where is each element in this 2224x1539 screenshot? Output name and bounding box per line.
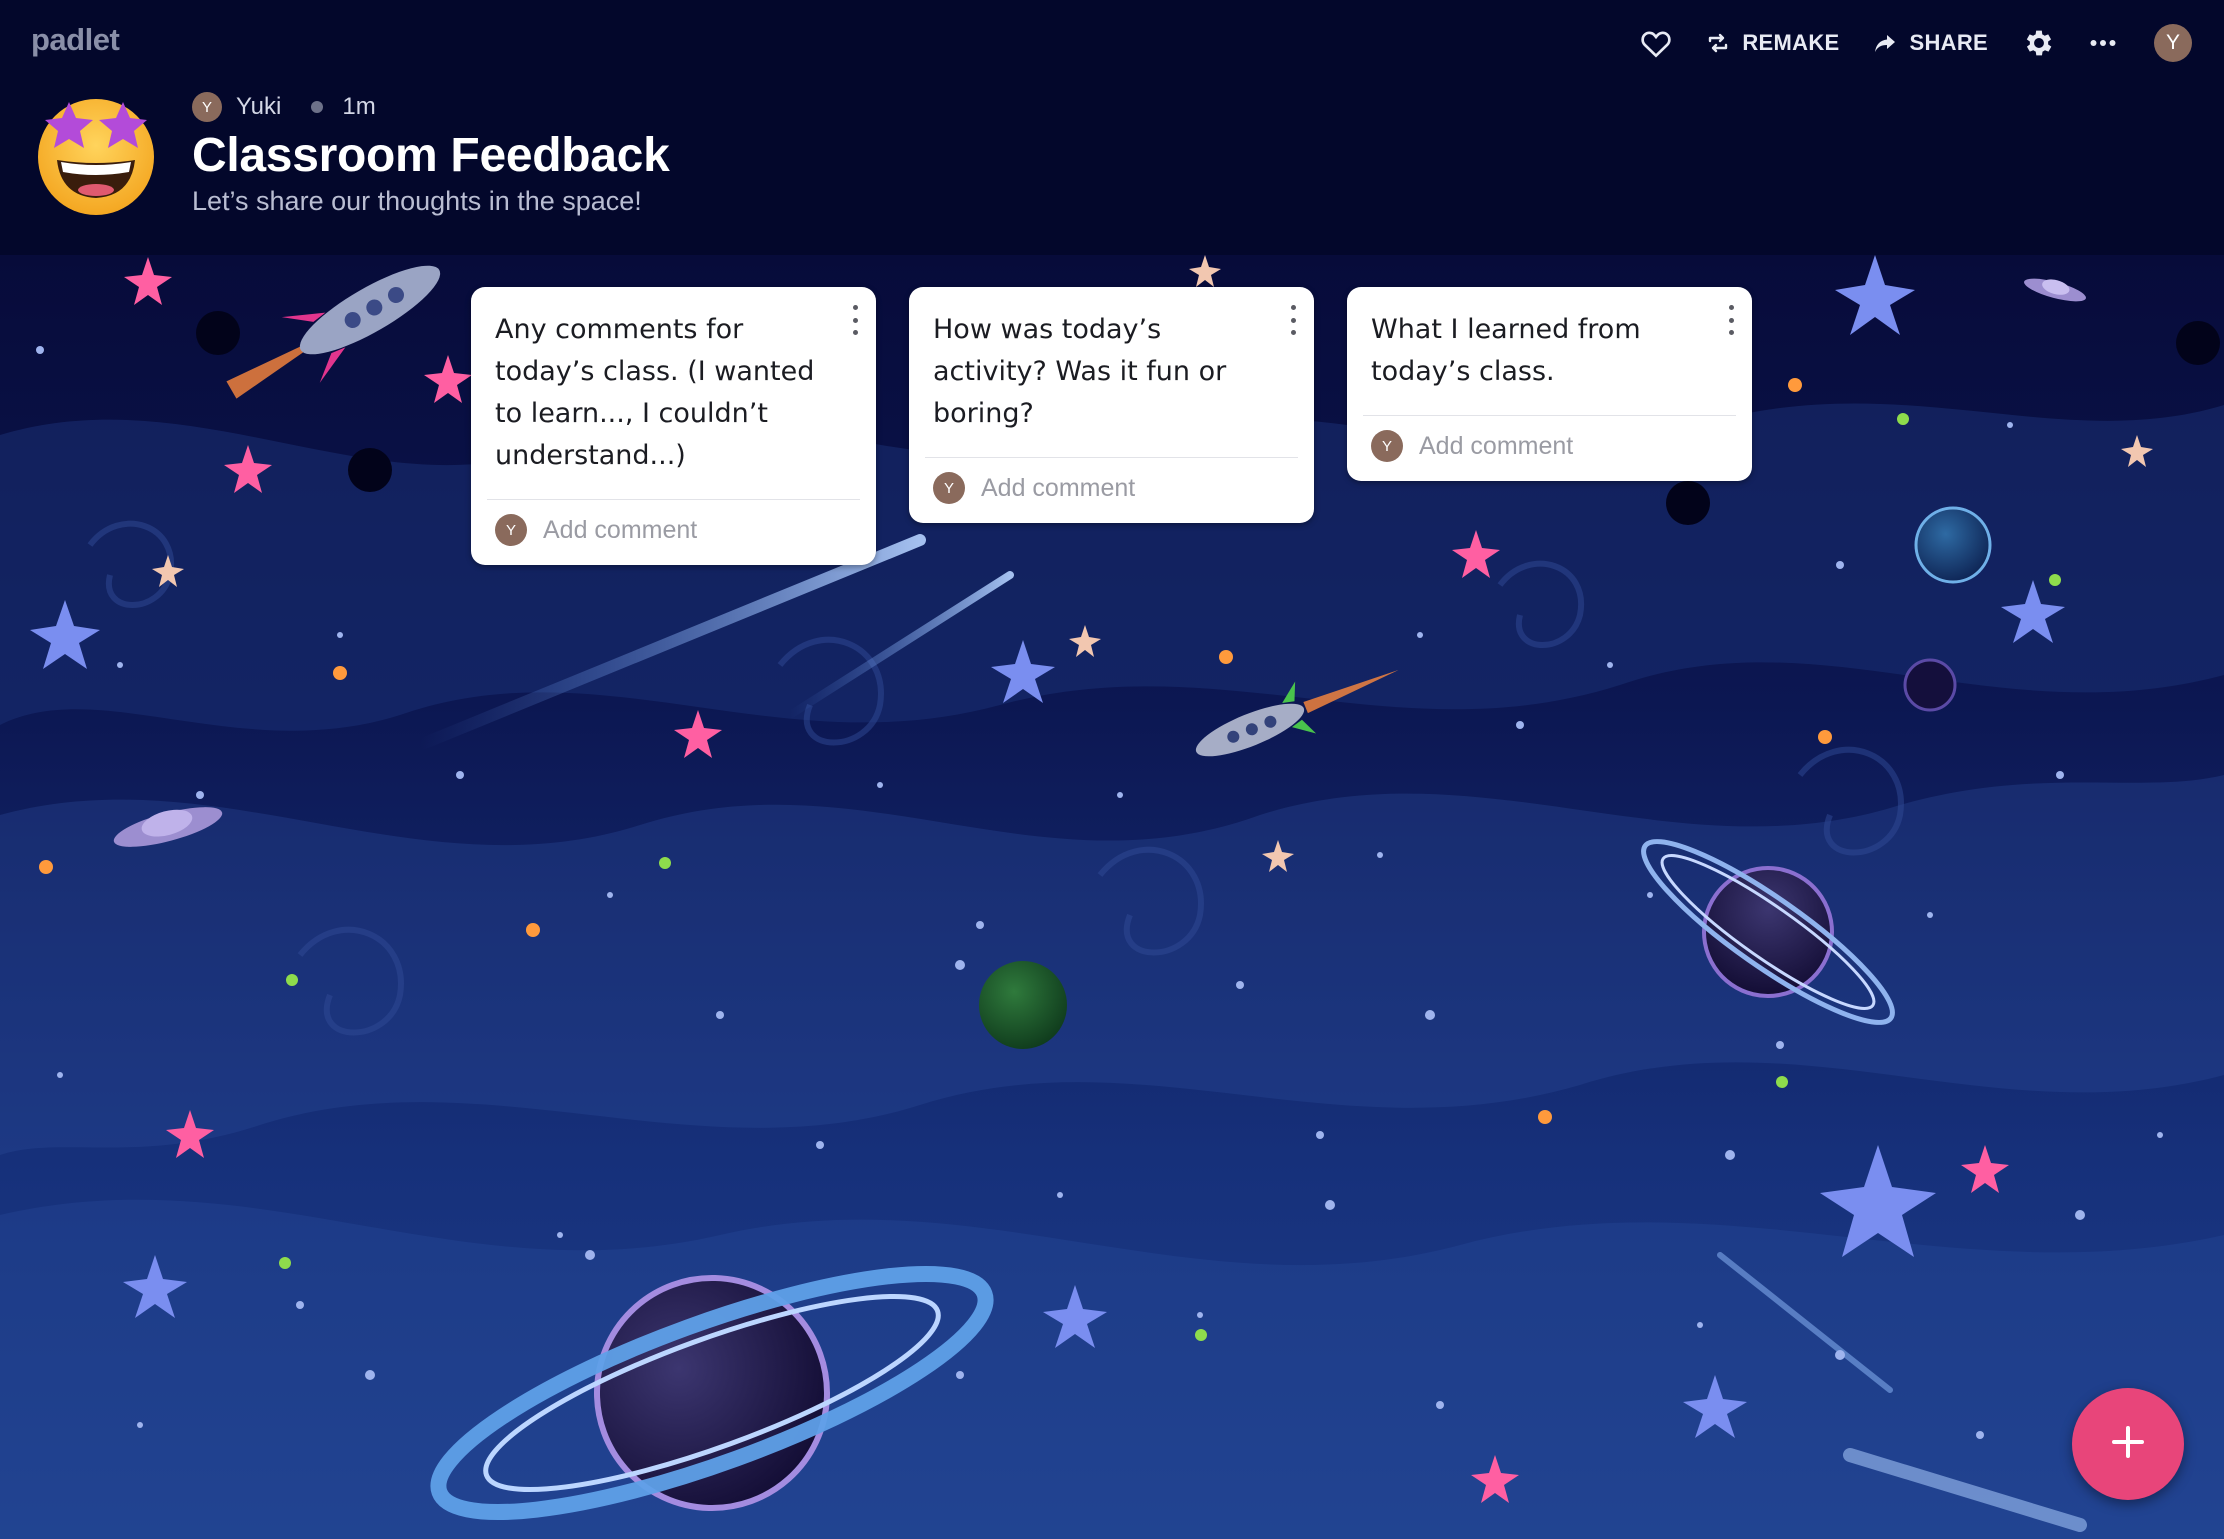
share-button[interactable]: SHARE: [1873, 30, 1988, 56]
share-arrow-icon: [1873, 32, 1897, 54]
remake-button[interactable]: REMAKE: [1706, 30, 1839, 56]
board-subtitle: Let’s share our thoughts in the space!: [192, 186, 642, 216]
card-menu-button[interactable]: [848, 305, 862, 335]
commenter-avatar: Y: [1371, 430, 1403, 462]
add-comment-placeholder: Add comment: [981, 473, 1136, 502]
remake-label: REMAKE: [1742, 30, 1840, 55]
ellipsis-icon: [2090, 39, 2116, 47]
post-card[interactable]: How was today’s activity? Was it fun or …: [909, 287, 1314, 523]
padlet-logo[interactable]: padlet: [31, 22, 120, 58]
board-header: padlet REMAKE SHARE Y Y Yuki 1m Classroo…: [0, 0, 2224, 255]
card-menu-button[interactable]: [1724, 305, 1738, 335]
card-menu-button[interactable]: [1286, 305, 1300, 335]
heart-icon: [1640, 28, 1672, 58]
remake-icon: [1706, 31, 1730, 55]
add-comment-field[interactable]: Y Add comment: [1347, 416, 1752, 481]
card-text: How was today’s activity? Was it fun or …: [933, 314, 1227, 429]
plus-icon: [2111, 1425, 2145, 1464]
add-comment-field[interactable]: Y Add comment: [909, 458, 1314, 523]
like-button[interactable]: [1640, 28, 1672, 58]
top-toolbar: REMAKE SHARE Y: [1606, 20, 2192, 66]
card-text: What I learned from today’s class.: [1371, 314, 1641, 387]
star-struck-emoji-icon: [35, 94, 157, 216]
share-label: SHARE: [1909, 30, 1988, 55]
add-comment-field[interactable]: Y Add comment: [471, 500, 876, 565]
separator-dot: [311, 101, 324, 113]
post-card[interactable]: What I learned from today’s class. Y Add…: [1347, 287, 1752, 481]
author-name: Yuki: [236, 93, 282, 120]
author-line: Y Yuki 1m: [192, 92, 376, 122]
board-title: Classroom Feedback: [192, 129, 670, 182]
commenter-avatar: Y: [495, 514, 527, 546]
add-comment-placeholder: Add comment: [1419, 431, 1574, 460]
post-time: 1m: [342, 93, 376, 120]
card-text: Any comments for today’s class. (I wante…: [495, 314, 815, 471]
commenter-avatar: Y: [933, 472, 965, 504]
more-options-button[interactable]: [2090, 39, 2116, 47]
settings-button[interactable]: [2022, 26, 2056, 60]
author-avatar: Y: [192, 92, 222, 122]
add-post-button[interactable]: [2072, 1388, 2184, 1500]
post-card[interactable]: Any comments for today’s class. (I wante…: [471, 287, 876, 565]
add-comment-placeholder: Add comment: [543, 515, 698, 544]
user-avatar[interactable]: Y: [2154, 24, 2192, 62]
gear-icon: [2022, 26, 2056, 60]
